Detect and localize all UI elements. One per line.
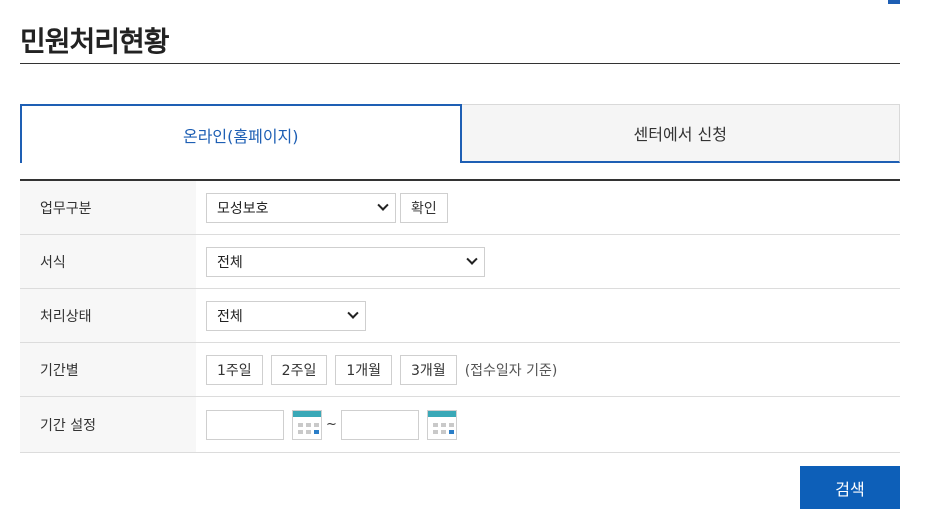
form-row-period-setting: 기간 설정 ~ <box>20 397 900 453</box>
period-setting-label: 기간 설정 <box>20 397 196 452</box>
period-2week-button[interactable]: 2주일 <box>270 354 328 385</box>
work-type-selected: 모성보호 <box>217 200 269 217</box>
search-button[interactable]: 검색 <box>800 466 900 509</box>
title-divider <box>20 63 900 64</box>
page-title: 민원처리현황 <box>20 25 170 58</box>
calendar-icon[interactable] <box>292 409 322 440</box>
form-row-status: 처리상태 전체 <box>20 289 900 343</box>
search-form: 업무구분 모성보호 확인 서식 전체 처리상태 전체 기간별 1주일 2주일 1… <box>20 179 900 453</box>
work-type-select[interactable]: 모성보호 <box>206 192 396 223</box>
period-1week-button[interactable]: 1주일 <box>206 354 263 385</box>
form-row-period: 기간별 1주일 2주일 1개월 3개월 (접수일자 기준) <box>20 343 900 397</box>
chevron-down-icon <box>466 253 478 265</box>
end-date-input[interactable] <box>340 409 419 440</box>
period-3month-button[interactable]: 3개월 <box>400 354 457 385</box>
home-icon[interactable] <box>888 0 900 4</box>
confirm-button[interactable]: 확인 <box>400 192 448 223</box>
start-date-input[interactable] <box>206 409 284 440</box>
chevron-down-icon <box>377 199 389 211</box>
period-label: 기간별 <box>20 343 196 396</box>
tab-online[interactable]: 온라인(홈페이지) <box>20 104 462 163</box>
date-separator: ~ <box>326 417 337 432</box>
form-row-format: 서식 전체 <box>20 235 900 289</box>
format-select[interactable]: 전체 <box>206 246 485 277</box>
form-row-work-type: 업무구분 모성보호 확인 <box>20 181 900 235</box>
tab-bar: 온라인(홈페이지) 센터에서 신청 <box>20 104 900 163</box>
format-label: 서식 <box>20 235 196 288</box>
status-selected: 전체 <box>217 308 243 325</box>
tab-center[interactable]: 센터에서 신청 <box>461 104 900 163</box>
chevron-down-icon <box>347 307 359 319</box>
status-label: 처리상태 <box>20 289 196 342</box>
calendar-icon[interactable] <box>426 409 457 440</box>
period-note: (접수일자 기준) <box>464 362 558 379</box>
work-type-label: 업무구분 <box>20 181 196 234</box>
period-1month-button[interactable]: 1개월 <box>335 354 393 385</box>
format-selected: 전체 <box>217 254 243 271</box>
status-select[interactable]: 전체 <box>206 300 366 331</box>
top-breadcrumb <box>888 0 900 4</box>
